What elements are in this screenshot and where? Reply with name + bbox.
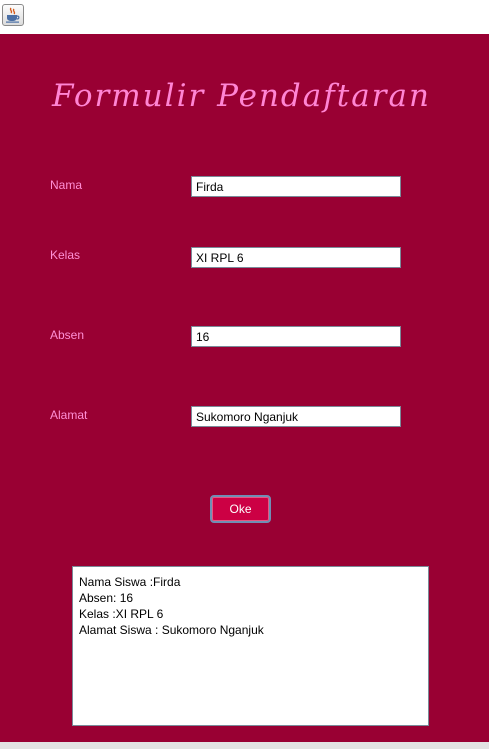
output-line-absen: Absen: 16 — [79, 591, 134, 605]
alamat-field[interactable]: Sukomoro Nganjuk — [191, 406, 401, 427]
kelas-label: Kelas — [50, 248, 81, 262]
alamat-label: Alamat — [50, 408, 88, 422]
kelas-field[interactable]: XI RPL 6 — [191, 247, 401, 268]
form-title: Formulir Pendaftaran — [52, 78, 431, 114]
nama-label: Nama — [50, 178, 83, 192]
output-line-kelas: Kelas :XI RPL 6 — [79, 607, 164, 621]
absen-label: Absen — [50, 328, 85, 342]
output-line-alamat: Alamat Siswa : Sukomoro Nganjuk — [79, 623, 264, 637]
oke-button[interactable]: Oke — [210, 495, 271, 523]
java-coffee-cup-icon[interactable] — [2, 4, 24, 26]
window-bottom-edge — [0, 742, 489, 749]
absen-field[interactable]: 16 — [191, 326, 401, 347]
nama-field[interactable]: Firda — [191, 176, 401, 197]
output-text-area[interactable]: Nama Siswa :Firda Absen: 16 Kelas :XI RP… — [72, 566, 429, 726]
output-line-nama: Nama Siswa :Firda — [79, 575, 181, 589]
title-bar — [0, 0, 489, 34]
